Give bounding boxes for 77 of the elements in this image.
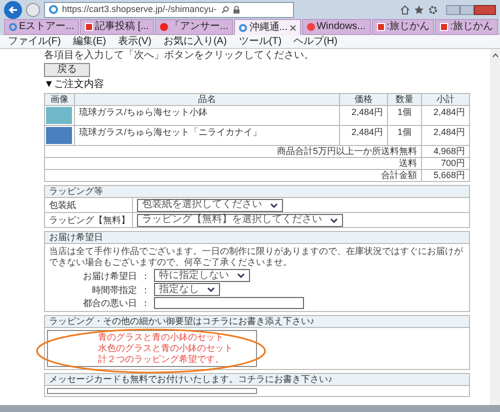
lock-icon — [232, 6, 240, 14]
home-icon[interactable] — [400, 4, 410, 14]
browser-tab[interactable]: :旅じかん — [372, 19, 434, 35]
menu-item[interactable]: 編集(E) — [72, 36, 106, 48]
field-label: 都合の悪い日 — [82, 297, 137, 309]
colon-text: ： — [141, 297, 150, 309]
select-dropdown[interactable]: ラッピング【無料】を選択してください — [137, 214, 343, 226]
summary-label: 商品合計5万円以上一か所送料無料 — [44, 146, 422, 158]
back-button[interactable]: 戻る — [44, 63, 90, 77]
select-dropdown[interactable]: 指定なし — [154, 283, 220, 296]
table-cell: 2,484円 — [422, 106, 470, 126]
menu-item[interactable]: ファイル(F) — [8, 36, 61, 48]
table-cell: 琉球ガラス/ちゅら海セット小鉢 — [74, 106, 340, 126]
section-header: ラッピング・その他の細かい御要望はコチラにお書き添え下さい♪ — [45, 316, 469, 328]
field-label: お届け希望日 — [82, 270, 137, 282]
table-cell: 琉球ガラス/ちゅら海セット「ニライカナイ」 — [74, 126, 340, 146]
summary-value: 700円 — [422, 158, 470, 170]
chevron-down-icon — [270, 202, 278, 208]
colon-text: ： — [141, 270, 150, 282]
menu-item[interactable]: ヘルプ(H) — [294, 36, 338, 48]
back-button[interactable] — [4, 0, 22, 18]
column-header: 品名 — [74, 94, 340, 106]
message-textarea[interactable] — [47, 388, 257, 394]
chevron-down-icon — [237, 273, 245, 278]
scrollbar[interactable] — [490, 49, 500, 405]
section-header: お届け希望日 — [45, 232, 469, 244]
photo-placeholder — [46, 127, 72, 144]
summary-value: 5,668円 — [422, 170, 470, 182]
chevron-down-icon — [330, 218, 338, 222]
square-icon — [85, 23, 94, 31]
field-label: ラッピング【無料】 — [45, 213, 133, 227]
scroll-up-icon[interactable] — [492, 53, 498, 58]
section-header: メッセージカードも無料でお付けいたします。コチラにお書き下さい♪ — [45, 374, 469, 386]
browser-tab[interactable]: 記事投稿 [... — [80, 19, 154, 35]
table-cell: 2,484円 — [422, 126, 470, 146]
browser-tab[interactable]: Eストアー... — [4, 19, 80, 35]
field-label: 時間帯指定 — [91, 284, 137, 296]
square-icon — [376, 23, 385, 31]
table-cell: 1個 — [388, 106, 422, 126]
instruction-text: 各項目を入力して「次へ」ボタンをクリックしてください。 — [44, 50, 315, 62]
colon-text: ： — [141, 284, 150, 296]
select-dropdown[interactable]: 包装紙を選択してください — [137, 198, 283, 212]
photo-placeholder — [46, 107, 72, 124]
browser-tab[interactable]: Windows... — [302, 19, 371, 35]
menu-item[interactable]: 表示(V) — [118, 36, 152, 48]
section-heading: ▼ご注文内容 — [44, 79, 105, 91]
table-cell: 1個 — [388, 126, 422, 146]
browser-tab[interactable]: :旅じかん — [435, 19, 498, 35]
column-header: 価格 — [340, 94, 388, 106]
menu-item[interactable]: ツール(T) — [238, 36, 282, 48]
section-header: ラッピング等 — [45, 186, 469, 198]
select-dropdown[interactable]: 特に指定しない — [154, 269, 250, 282]
settings-icon[interactable] — [428, 4, 438, 14]
field-label: 包装紙 — [45, 198, 133, 212]
square-icon — [440, 23, 448, 31]
input-field[interactable] — [154, 297, 304, 309]
star-icon[interactable] — [414, 4, 424, 14]
column-header: 小計 — [422, 94, 470, 106]
notice-text: 当店は全て手作り作品でございます。一日の制作に限りがありますので、在庫状況ではすぐにお届けができない場合もございますので、何卒ご了承くださいませ。 — [49, 246, 464, 268]
request-textarea[interactable]: 青のグラスと青の小鉢のセット 水色のグラスと青の小鉢のセット 計２つのラッピング希望です。 — [47, 330, 257, 367]
column-header: 数量 — [388, 94, 422, 106]
menu-item[interactable]: お気に入り(A) — [163, 36, 227, 48]
column-header: 画像 — [44, 94, 74, 106]
address-text: https://cart3.shopserve.jp/-/shimancyu- — [62, 2, 217, 16]
chevron-down-icon — [207, 287, 215, 292]
summary-label: 合計金額 — [44, 170, 422, 182]
close-icon[interactable] — [290, 24, 296, 30]
browser-tab[interactable]: 「アンサー... — [154, 19, 234, 35]
summary-value: 4,968円 — [422, 146, 470, 158]
table-cell: 2,484円 — [340, 126, 388, 146]
address-bar[interactable]: https://cart3.shopserve.jp/-/shimancyu- — [44, 2, 294, 18]
summary-label: 送料 — [44, 158, 422, 170]
table-cell: 2,484円 — [340, 106, 388, 126]
browser-tab[interactable]: 沖縄通... — [234, 19, 301, 35]
search-icon — [220, 6, 229, 14]
back-arrow-icon — [8, 4, 18, 14]
close-button[interactable] — [474, 4, 496, 14]
